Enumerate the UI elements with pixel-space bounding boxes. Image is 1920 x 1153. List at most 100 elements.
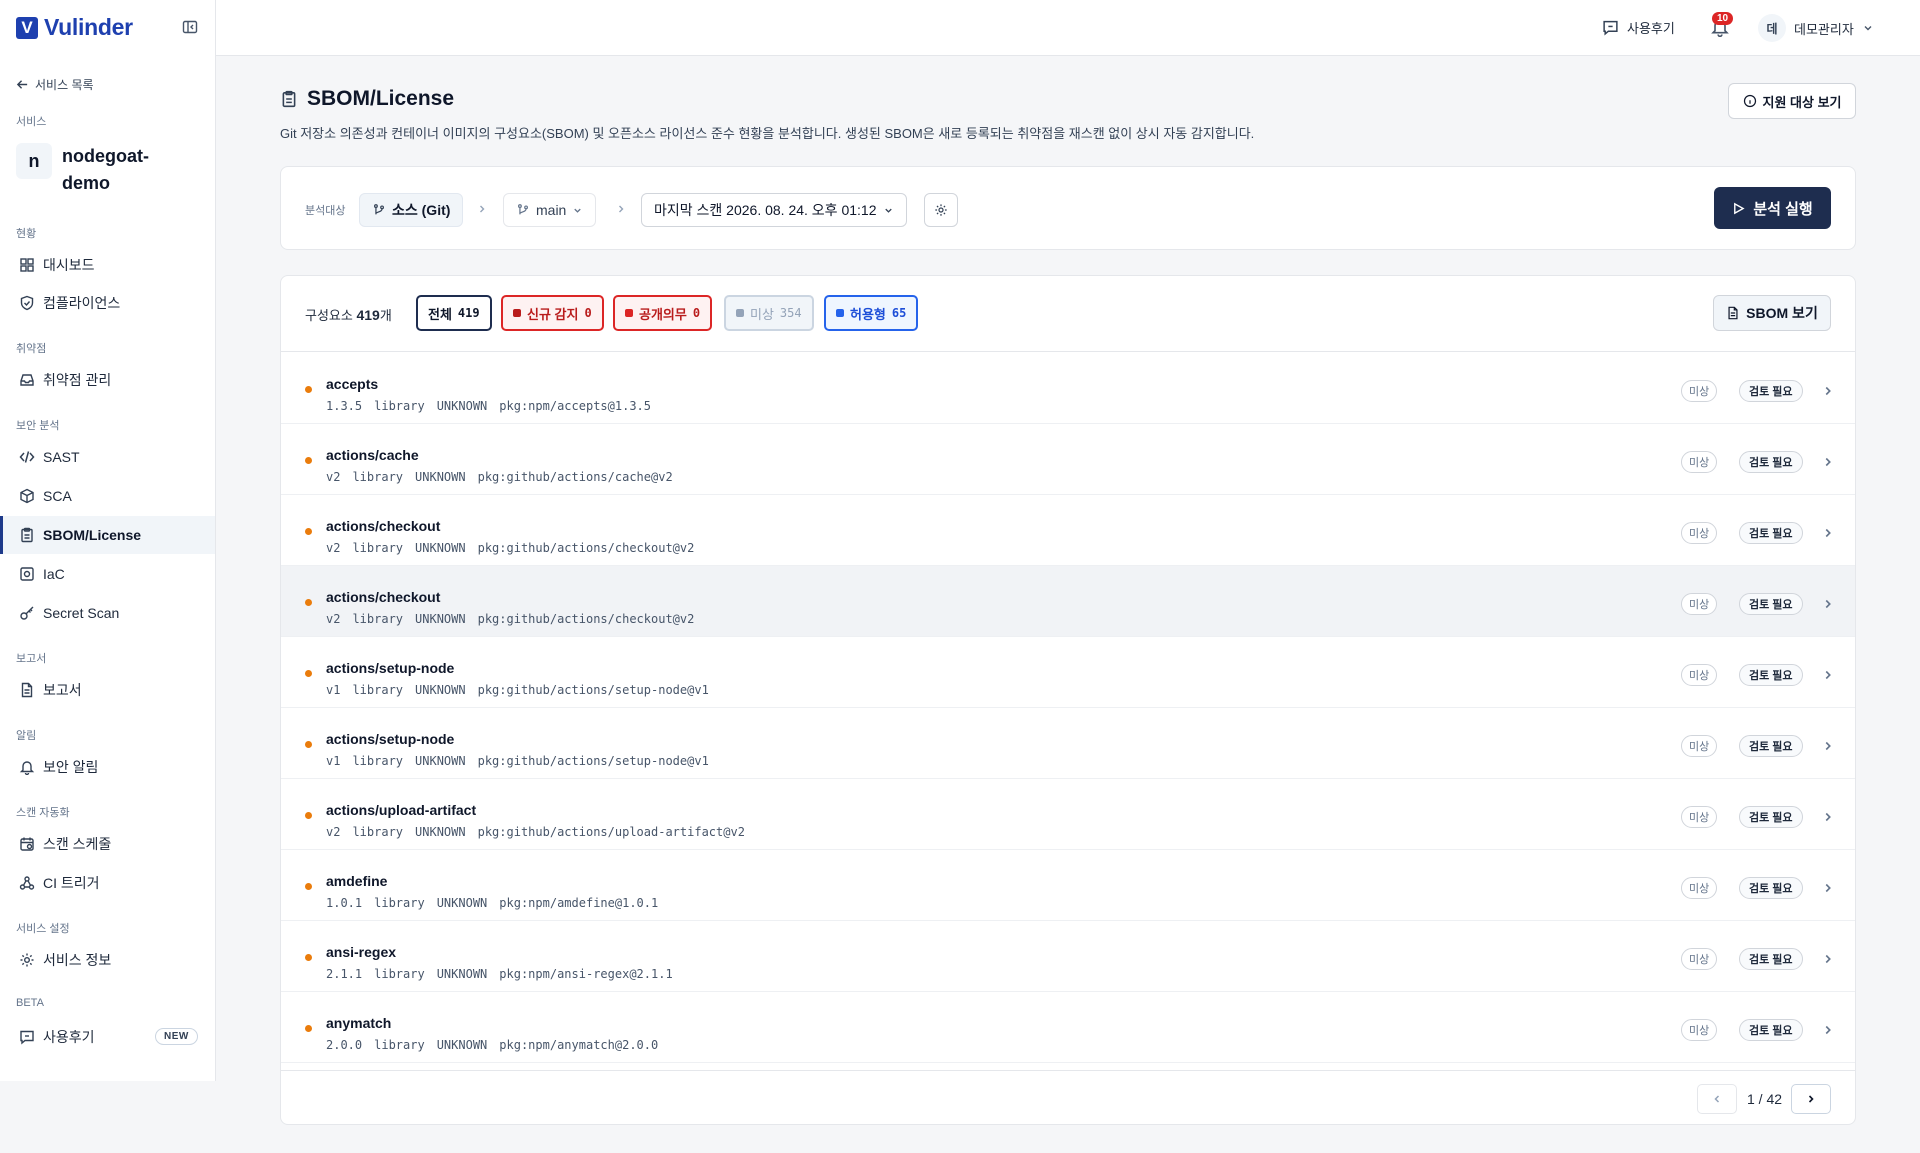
sidebar-item-label: Secret Scan [43, 605, 120, 621]
back-to-services-link[interactable]: 서비스 목록 [16, 76, 94, 93]
sidebar-item-compliance[interactable]: 컴플라이언스 [0, 284, 215, 322]
component-license: UNKNOWN [415, 683, 466, 697]
license-category-badge: 미상 [1681, 593, 1718, 615]
previous-page-button[interactable] [1697, 1084, 1737, 1114]
chevron-right-icon [1825, 954, 1831, 964]
nav-section-beta: BETA [16, 997, 44, 1009]
brand-logo[interactable]: V Vulinder [16, 14, 133, 41]
feedback-label: 사용후기 [1627, 21, 1675, 36]
filter-new-detected[interactable]: 신규 감지 0 [501, 295, 604, 331]
component-list-panel: 구성요소 419개 전체 419 신규 감지 0 공개의무 0 미상 354 허… [280, 275, 1856, 1125]
sidebar-item-sast[interactable]: SAST [0, 438, 215, 476]
component-meta: 1.0.1 library UNKNOWN pkg:npm/amdefine@1.0.… [326, 896, 658, 910]
table-row[interactable]: ansi-regex 2.1.1 library UNKNOWN pkg:npm/ans… [281, 921, 1855, 992]
filter-label: 미상 [750, 306, 774, 322]
sidebar-item-label: 보고서 [43, 682, 82, 698]
filter-dot [836, 309, 844, 317]
component-version: 2.0.0 [326, 1038, 363, 1052]
feedback-button[interactable]: 사용후기 [1602, 18, 1675, 37]
table-row[interactable]: actions/upload-artifact v2 library UNKNOWN p… [281, 779, 1855, 850]
table-row[interactable]: amdefine 1.0.1 library UNKNOWN pkg:npm/amdef… [281, 850, 1855, 921]
component-version: 1.0.1 [326, 896, 363, 910]
sidebar-item-iac[interactable]: IaC [0, 555, 215, 593]
component-count-unit: 개 [379, 308, 392, 323]
sidebar-item-service-info[interactable]: 서비스 정보 [0, 941, 215, 979]
play-icon [1734, 202, 1745, 214]
sidebar-item-scan-schedule[interactable]: 스캔 스케줄 [0, 825, 215, 863]
bell-icon [19, 761, 35, 775]
pagination: 1 / 42 [281, 1070, 1855, 1124]
chevron-right-icon [1825, 741, 1831, 751]
filter-count: 354 [779, 306, 802, 320]
sidebar-item-feedback[interactable]: 사용후기 NEW [0, 1018, 215, 1056]
scan-icon [20, 567, 34, 581]
component-meta: v1 library UNKNOWN pkg:github/actions/setup… [326, 683, 709, 697]
sidebar-collapse-icon[interactable] [182, 19, 198, 35]
component-type: library [374, 967, 425, 981]
nav-section-status: 현황 [16, 228, 37, 240]
sbom-button-label: SBOM 보기 [1746, 305, 1818, 321]
chevron-right-icon [1825, 457, 1831, 467]
chevron-left-icon [1714, 1095, 1720, 1103]
sidebar-item-sca[interactable]: SCA [0, 477, 215, 515]
scan-history-selector[interactable]: 마지막 스캔 2026. 08. 24. 오후 01:12 [641, 193, 907, 227]
sidebar-item-vuln-mgmt[interactable]: 취약점 관리 [0, 361, 215, 399]
filter-disclosure-required[interactable]: 공개의무 0 [613, 295, 713, 331]
table-row[interactable]: actions/checkout v2 library UNKNOWN pkg:gith… [281, 566, 1855, 637]
sidebar-item-ci-trigger[interactable]: CI 트리거 [0, 864, 215, 902]
component-name: actions/checkout [326, 518, 441, 534]
sidebar-item-security-alert[interactable]: 보안 알림 [0, 748, 215, 786]
sidebar-item-label: SBOM/License [43, 527, 142, 543]
clipboard-icon [282, 90, 296, 108]
next-page-button[interactable] [1791, 1084, 1831, 1114]
component-type: library [352, 541, 404, 555]
component-purl: pkg:npm/accepts@1.3.5 [499, 399, 651, 413]
sidebar-item-secret-scan[interactable]: Secret Scan [0, 594, 215, 632]
chevron-right-icon [1808, 1095, 1814, 1103]
filter-permissive[interactable]: 허용형 65 [824, 295, 919, 331]
filter-label: 공개의무 [639, 306, 687, 322]
sidebar-item-report[interactable]: 보고서 [0, 671, 215, 709]
git-branch-icon [374, 204, 384, 215]
component-name: actions/checkout [326, 589, 441, 605]
user-menu[interactable]: 데 데모관리자 [1758, 14, 1874, 42]
table-row[interactable]: actions/cache v2 library UNKNOWN pkg:github/… [281, 424, 1855, 495]
sidebar-item-label: SCA [43, 488, 72, 504]
component-type: library [352, 470, 404, 484]
branch-selector[interactable]: main [503, 193, 597, 227]
nav-section-vuln: 취약점 [16, 343, 47, 355]
component-purl: pkg:npm/ansi-regex@2.1.1 [499, 967, 673, 981]
view-supported-targets-button[interactable]: 지원 대상 보기 [1728, 83, 1856, 119]
code-icon [19, 451, 35, 463]
component-license: UNKNOWN [436, 896, 488, 910]
view-sbom-button[interactable]: SBOM 보기 [1713, 295, 1831, 331]
analysis-target-panel: 분석대상 소스 (Git) main 마지막 스캔 2026. 08. 24. … [280, 166, 1856, 250]
table-row[interactable]: anymatch 2.0.0 library UNKNOWN pkg:npm/anyma… [281, 992, 1855, 1063]
filter-dot [736, 309, 744, 317]
scan-settings-button[interactable] [924, 193, 958, 227]
component-license: UNKNOWN [415, 612, 466, 626]
table-row[interactable]: actions/checkout v2 library UNKNOWN pkg:gith… [281, 495, 1855, 566]
filter-dot [625, 309, 633, 317]
sidebar-item-sbom-license[interactable]: SBOM/License [0, 516, 215, 554]
review-status-badge: 검토 필요 [1739, 593, 1803, 615]
gear-icon [935, 204, 947, 216]
component-license: UNKNOWN [415, 825, 466, 839]
table-row[interactable]: accepts 1.3.5 library UNKNOWN pkg:npm/accept… [281, 353, 1855, 424]
table-row[interactable]: actions/setup-node v1 library UNKNOWN pkg:gi… [281, 637, 1855, 708]
service-section-label: 서비스 [16, 116, 47, 128]
service-selector[interactable]: n nodegoat-demo [16, 143, 172, 197]
filter-unknown[interactable]: 미상 354 [724, 295, 814, 331]
run-analysis-button[interactable]: 분석 실행 [1714, 187, 1831, 229]
grid-icon [20, 258, 34, 272]
chevron-down-icon [884, 208, 892, 213]
table-row[interactable]: actions/setup-node v1 library UNKNOWN pkg:gi… [281, 708, 1855, 779]
component-type: library [374, 1038, 425, 1052]
license-category-badge: 미상 [1681, 948, 1718, 970]
sidebar-item-label: 취약점 관리 [43, 372, 112, 388]
component-type: library [374, 896, 425, 910]
source-type-selector[interactable]: 소스 (Git) [359, 193, 464, 227]
license-status-dot [305, 457, 312, 464]
filter-all[interactable]: 전체 419 [416, 295, 492, 331]
sidebar-item-dashboard[interactable]: 대시보드 [0, 246, 215, 284]
